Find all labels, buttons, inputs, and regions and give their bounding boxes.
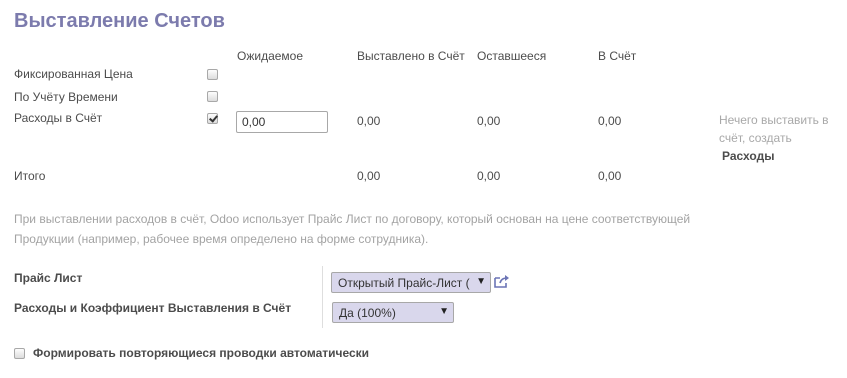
pricelist-label: Прайс Лист [14,271,83,285]
expenses-invoiced-value: 0,00 [357,114,381,128]
expenses-link[interactable]: Расходы [719,147,847,165]
total-to-invoice-value: 0,00 [598,169,622,183]
expenses-label: Расходы в Счёт [14,111,103,125]
expenses-remaining-value: 0,00 [477,114,501,128]
column-header-expected: Ожидаемое [237,49,304,63]
expected-expenses-input[interactable] [236,111,328,133]
nothing-to-invoice-note: Нечего выставить в счёт, создать Расходы [719,111,847,165]
expenses-help-text: При выставлении расходов в счёт, Odoo ис… [14,212,691,246]
fixed-price-checkbox[interactable] [207,69,218,80]
recurring-checkbox[interactable] [14,348,25,359]
external-link-icon[interactable] [494,274,510,288]
total-invoiced-value: 0,00 [357,169,381,183]
invoice-factor-value: Да (100%) [339,306,396,320]
column-header-remaining: Оставшееся [477,49,547,63]
total-label: Итого [14,169,46,183]
pricelist-select[interactable]: Открытый Прайс-Лист ( ▼ [331,272,491,293]
section-title: Выставление Счетов [14,10,225,32]
column-header-invoiced: Выставлено в Счёт [357,49,465,63]
invoice-factor-label: Расходы и Коэффициент Выставления в Счёт [14,301,292,315]
expenses-to-invoice-value: 0,00 [598,114,622,128]
invoice-factor-select[interactable]: Да (100%) ▼ [332,302,454,323]
expenses-checkbox[interactable] [207,113,218,124]
timesheet-label: По Учёту Времени [14,90,118,104]
pricelist-value: Открытый Прайс-Лист ( [338,276,470,290]
recurring-label: Формировать повторяющиеся проводки автом… [33,346,370,360]
timesheet-checkbox[interactable] [207,91,218,102]
dropdown-arrow-icon: ▼ [439,306,449,317]
field-divider [322,266,323,328]
dropdown-arrow-icon: ▼ [476,276,486,287]
column-header-to-invoice: В Счёт [598,49,637,63]
note-text: Нечего выставить в счёт, создать [719,113,829,145]
total-remaining-value: 0,00 [477,169,501,183]
fixed-price-label: Фиксированная Цена [14,67,133,81]
